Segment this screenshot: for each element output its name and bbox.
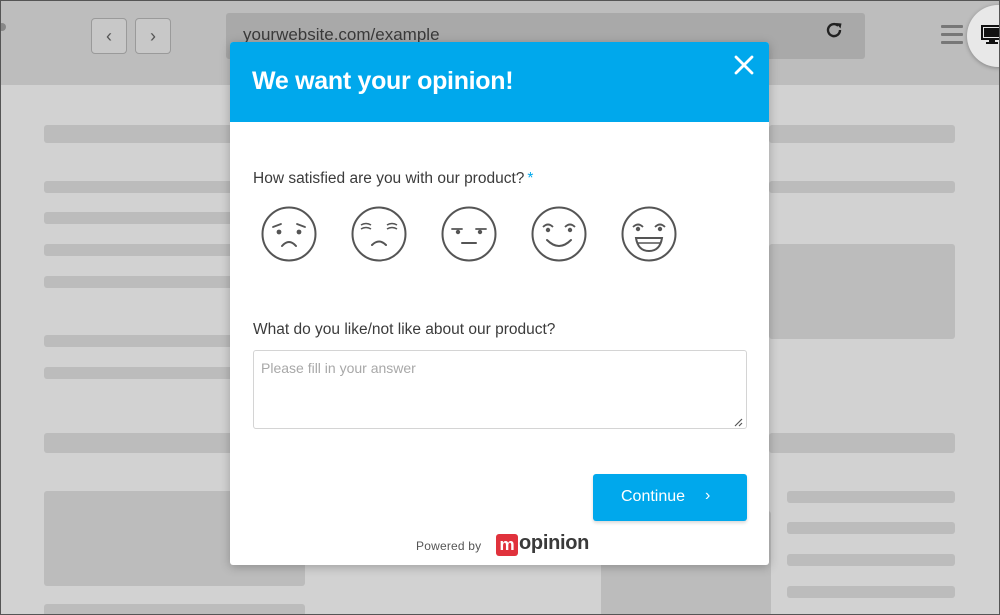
skeleton-line	[44, 367, 234, 379]
device-toggle-button[interactable]	[967, 5, 999, 67]
skeleton-line	[44, 276, 234, 288]
back-button[interactable]: ‹	[91, 18, 127, 54]
question-satisfaction-label: How satisfied are you with our product? *	[253, 170, 533, 188]
skeleton-line	[44, 244, 234, 256]
feedback-textarea[interactable]	[253, 350, 747, 429]
skeleton-line	[44, 125, 234, 143]
skeleton-line	[769, 181, 955, 193]
skeleton-line	[44, 181, 234, 193]
unsatisfied-face-icon[interactable]	[350, 205, 408, 263]
skeleton-line	[787, 586, 955, 598]
skeleton-line	[787, 491, 955, 503]
skeleton-line	[44, 604, 305, 614]
reload-button[interactable]	[821, 19, 847, 45]
chevron-right-icon: ›	[705, 487, 711, 504]
hamburger-menu-icon[interactable]	[941, 25, 963, 49]
skeleton-line	[44, 433, 234, 453]
skeleton-line	[44, 212, 234, 224]
skeleton-line	[44, 335, 234, 347]
very-unsatisfied-face-icon[interactable]	[260, 205, 318, 263]
very-satisfied-face-icon[interactable]	[620, 205, 678, 263]
logo-m: m	[496, 534, 518, 556]
browser-window: ‹ › yourwebsite.com/example We want your…	[0, 0, 1000, 615]
satisfied-face-icon[interactable]	[530, 205, 588, 263]
window-dot	[1, 23, 6, 31]
resize-grip-icon[interactable]	[733, 417, 743, 427]
desktop-monitor-icon	[981, 25, 999, 44]
chevron-left-icon: ‹	[106, 26, 112, 46]
forward-button[interactable]: ›	[135, 18, 171, 54]
close-button[interactable]	[731, 52, 757, 78]
continue-button[interactable]: Continue ›	[593, 474, 747, 521]
powered-by-text: Powered by	[416, 539, 482, 553]
skeleton-line	[787, 522, 955, 534]
skeleton-line	[787, 554, 955, 566]
skeleton-line	[769, 433, 955, 453]
skeleton-block	[769, 244, 955, 339]
modal-header: We want your opinion!	[230, 42, 769, 122]
survey-modal: We want your opinion! How satisfied are …	[230, 42, 769, 565]
close-icon	[734, 55, 754, 75]
question-text: How satisfied are you with our product?	[253, 170, 525, 187]
modal-title: We want your opinion!	[252, 67, 514, 95]
neutral-face-icon[interactable]	[440, 205, 498, 263]
question-feedback-label: What do you like/not like about our prod…	[253, 321, 556, 338]
reload-icon	[826, 22, 842, 38]
required-mark: *	[527, 170, 534, 187]
continue-label: Continue	[621, 488, 686, 505]
logo-wordmark: opinion	[519, 532, 590, 554]
skeleton-line	[769, 125, 955, 143]
chevron-right-icon: ›	[150, 26, 156, 46]
